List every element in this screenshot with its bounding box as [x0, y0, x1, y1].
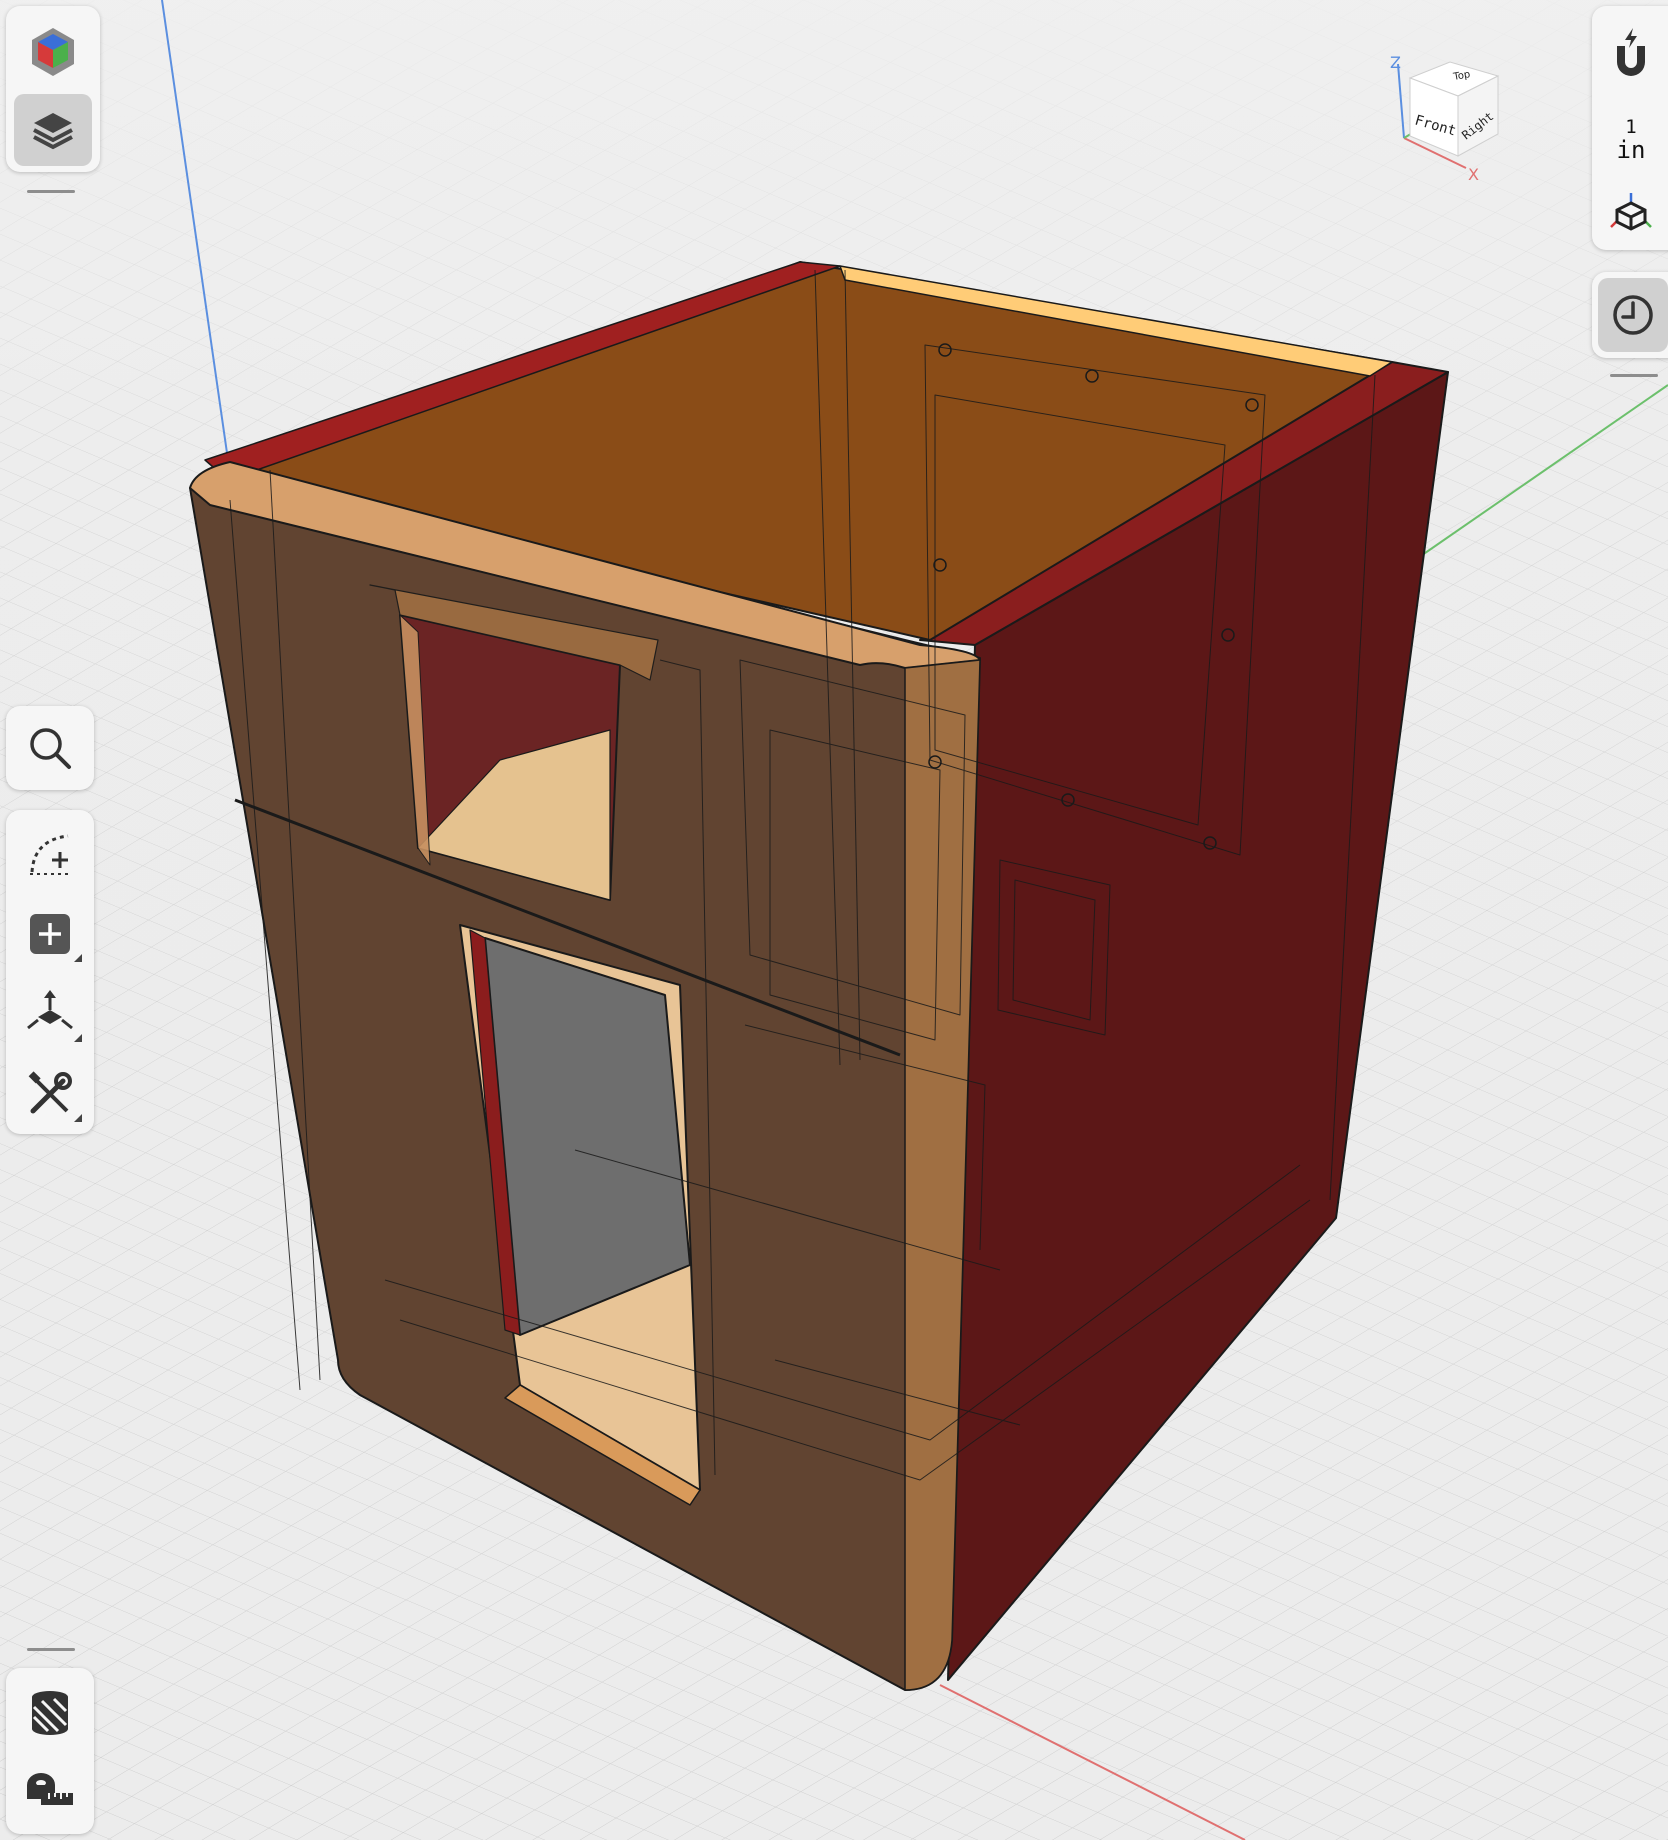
- search-panel: [6, 706, 94, 790]
- layers-icon: [33, 113, 73, 150]
- sketch-curve-icon: [30, 834, 70, 875]
- search-icon: [30, 728, 71, 769]
- view-cube-x-label: X: [1468, 165, 1479, 184]
- left-toolbar-tools: [6, 810, 94, 1134]
- view-cube-z-axis: [1397, 63, 1405, 139]
- right-toolbar-history: [1592, 272, 1668, 358]
- 3d-viewport[interactable]: [0, 0, 1668, 1840]
- appearance-cube-icon: [32, 28, 74, 76]
- left-divider-top: [27, 190, 75, 193]
- view-cube[interactable]: Top Front Right Z X: [1380, 50, 1510, 190]
- measure-tape-icon: [27, 1773, 73, 1805]
- section-view-button[interactable]: [6, 1676, 94, 1750]
- appearance-button[interactable]: [6, 16, 100, 88]
- tools-button[interactable]: [6, 1056, 94, 1132]
- layers-button[interactable]: [14, 94, 92, 166]
- view-cube-z-label: Z: [1390, 53, 1401, 72]
- history-clock-icon: [1613, 295, 1653, 335]
- units-display[interactable]: 1 in: [1592, 104, 1668, 174]
- measure-button[interactable]: [6, 1752, 94, 1826]
- magnet-snap-icon: [1617, 28, 1645, 76]
- transform-menu-indicator: [74, 1034, 82, 1042]
- transform-icon: [27, 990, 73, 1030]
- tools-menu-indicator: [74, 1114, 82, 1122]
- left-divider-bottom: [27, 1648, 75, 1651]
- units-label: in: [1616, 136, 1646, 164]
- snap-button[interactable]: [1592, 14, 1668, 94]
- section-view-icon: [32, 1691, 68, 1735]
- projection-button[interactable]: [1592, 178, 1668, 248]
- add-icon: [30, 914, 70, 954]
- left-toolbar-top: [6, 6, 100, 172]
- sketch-button[interactable]: [6, 816, 94, 892]
- search-button[interactable]: [6, 706, 94, 790]
- add-menu-indicator: [74, 954, 82, 962]
- add-button[interactable]: [6, 896, 94, 972]
- tools-icon: [28, 1071, 72, 1114]
- right-divider: [1610, 374, 1658, 377]
- right-toolbar-top: 1 in: [1592, 6, 1668, 250]
- left-toolbar-bottom: [6, 1668, 94, 1834]
- history-button[interactable]: [1598, 278, 1668, 352]
- transform-button[interactable]: [6, 976, 94, 1052]
- projection-cube-icon: [1610, 193, 1652, 231]
